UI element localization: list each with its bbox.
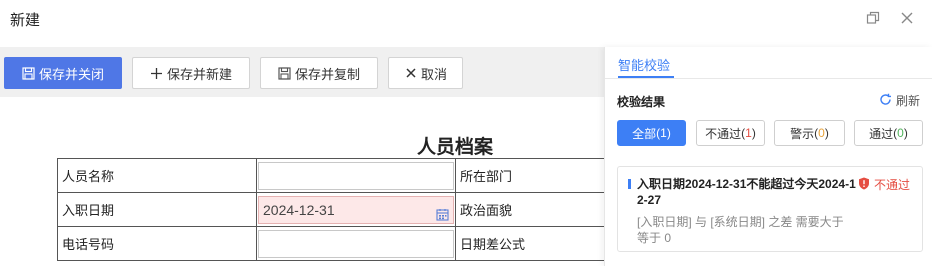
political-status-label: 政治面貌 [455, 192, 606, 227]
save-icon [278, 66, 292, 80]
result-description: [入职日期] 与 [系统日期] 之差 需要大于等于 0 [637, 215, 844, 245]
result-status: 不通过 [858, 176, 910, 193]
name-input[interactable] [258, 161, 454, 190]
save-new-label: 保存并新建 [166, 66, 232, 82]
form-row: 入职日期 2024-12-31 政治面貌 [57, 192, 606, 227]
close-icon[interactable] [898, 9, 916, 27]
hire-date-value: 2024-12-31 [263, 201, 335, 218]
phone-input[interactable] [258, 229, 454, 258]
result-status-label: 不通过 [873, 178, 910, 192]
save-copy-label: 保存并复制 [294, 66, 360, 82]
form-row: 人员名称 所在部门 [57, 158, 606, 193]
phone-cell [256, 226, 456, 261]
cancel-button[interactable]: 取消 [388, 57, 463, 89]
calendar-icon[interactable] [436, 203, 449, 221]
close-icon [404, 66, 418, 80]
phone-label: 电话号码 [57, 226, 257, 261]
filter-warning[interactable]: 警示(0) [774, 120, 845, 146]
hire-date-input[interactable]: 2024-12-31 [258, 195, 454, 224]
toolbar: 保存并关闭 保存并新建 保存并复制 取消 [0, 47, 604, 97]
form-row: 电话号码 日期差公式 [57, 226, 606, 261]
form-table: 人员名称 所在部门 入职日期 2024-12-31 政治面貌 电话号码 日期差公… [57, 158, 606, 261]
name-label: 人员名称 [57, 158, 257, 193]
filter-warning-count: 0 [818, 126, 825, 140]
department-label: 所在部门 [455, 158, 606, 193]
save-copy-button[interactable]: 保存并复制 [260, 57, 378, 89]
filter-passed[interactable]: 通过(0) [854, 120, 923, 146]
shield-alert-icon [858, 177, 870, 193]
filter-failed[interactable]: 不通过(1) [696, 120, 765, 146]
form-title: 人员档案 [417, 136, 494, 158]
section-title: 校验结果 [617, 95, 666, 109]
filter-all-label: 全部 [632, 126, 657, 141]
name-cell [256, 158, 456, 193]
result-marker [628, 179, 631, 189]
hire-date-cell: 2024-12-31 [256, 192, 456, 227]
filter-failed-label: 不通过 [705, 126, 742, 141]
refresh-icon [879, 93, 892, 109]
plus-icon [150, 66, 164, 80]
validation-panel: 智能校验 校验结果 刷新 全部(1) 不通过(1) 警示(0) 通过(0) 入职… [604, 47, 932, 266]
cancel-label: 取消 [420, 66, 447, 82]
filter-failed-count: 1 [745, 126, 752, 140]
refresh-label: 刷新 [895, 94, 920, 108]
result-message: 入职日期2024-12-31不能超过今天2024-12-27 [637, 177, 856, 207]
date-diff-formula-label: 日期差公式 [455, 226, 606, 261]
panel-tabs: 智能校验 [605, 47, 932, 79]
save-close-label: 保存并关闭 [38, 66, 104, 82]
window-title: 新建 [10, 12, 41, 29]
title-bar: 新建 [0, 0, 932, 38]
filter-warning-label: 警示 [790, 126, 815, 141]
hire-date-label: 入职日期 [57, 192, 257, 227]
filter-all[interactable]: 全部(1) [617, 120, 686, 146]
save-close-button[interactable]: 保存并关闭 [4, 57, 122, 89]
validation-result-card[interactable]: 入职日期2024-12-31不能超过今天2024-12-27 不通过 [入职日期… [617, 166, 923, 252]
tab-underline [618, 76, 674, 78]
filter-all-count: 1 [660, 126, 667, 140]
filter-passed-label: 通过 [869, 126, 894, 141]
restore-icon[interactable] [864, 9, 882, 27]
save-icon [22, 66, 36, 80]
filter-passed-count: 0 [897, 126, 904, 140]
save-new-button[interactable]: 保存并新建 [132, 57, 250, 89]
refresh-button[interactable]: 刷新 [879, 92, 920, 109]
tab-smart-validation[interactable]: 智能校验 [618, 55, 670, 74]
